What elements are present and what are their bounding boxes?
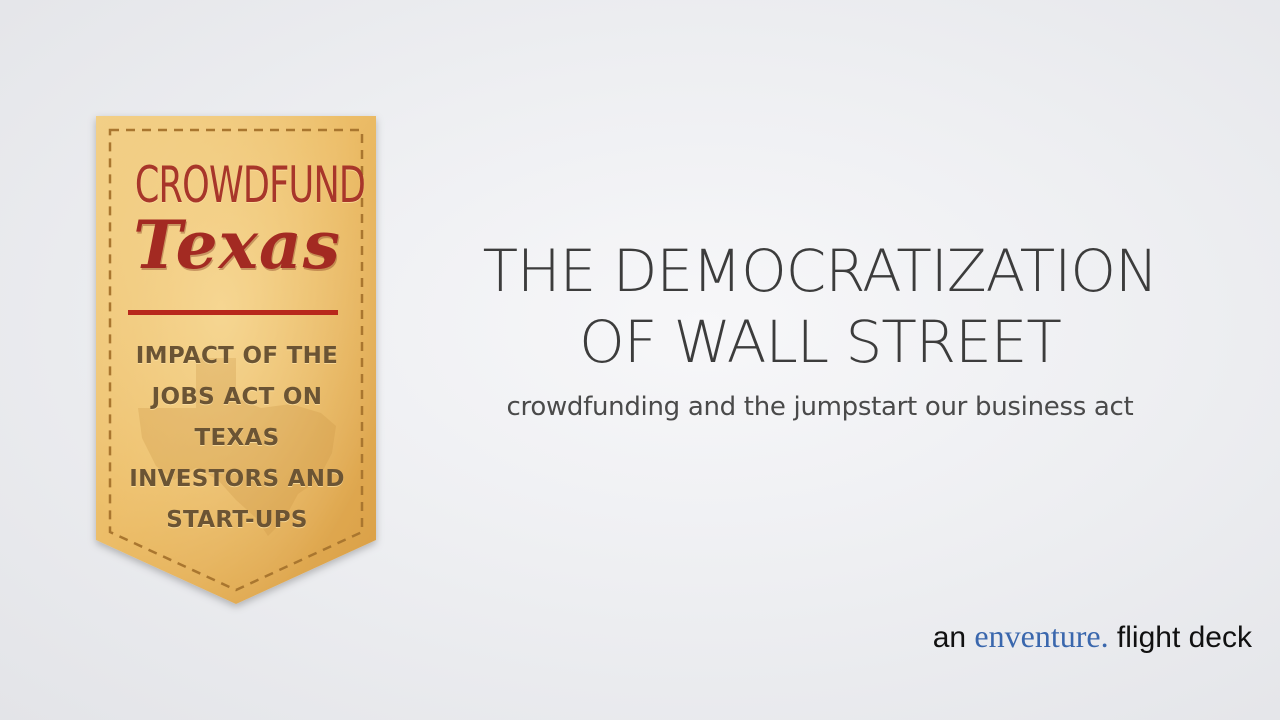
badge-brand-main: Texas <box>133 206 341 284</box>
badge-subtitle-line: JOBS ACT ON <box>151 384 323 410</box>
slide: CROWDFUND Texas IMPACT OF THE JOBS ACT O… <box>0 0 1280 720</box>
footer-brand: enventure. <box>974 618 1109 654</box>
footer-tagline: an enventure. flight deck <box>933 618 1252 655</box>
badge-subtitle: IMPACT OF THE JOBS ACT ON TEXAS INVESTOR… <box>106 336 368 541</box>
badge-brand-top: CROWDFUND <box>134 156 366 214</box>
slide-title: THE DEMOCRATIZATION OF WALL STREET <box>420 236 1220 378</box>
badge-subtitle-line: START-UPS <box>166 507 308 533</box>
badge-subtitle-line: INVESTORS AND <box>129 466 345 492</box>
badge-divider <box>128 310 338 315</box>
footer-suffix: flight deck <box>1116 621 1252 654</box>
slide-title-line-1: THE DEMOCRATIZATION <box>482 237 1159 305</box>
crowdfund-texas-badge: CROWDFUND Texas IMPACT OF THE JOBS ACT O… <box>86 108 386 618</box>
badge-subtitle-line: IMPACT OF THE <box>135 343 339 369</box>
badge-subtitle-line: TEXAS <box>194 425 280 451</box>
slide-subtitle: crowdfunding and the jumpstart our busin… <box>506 392 1134 422</box>
slide-title-line-2: OF WALL STREET <box>579 308 1062 376</box>
footer-prefix: an <box>932 621 967 654</box>
